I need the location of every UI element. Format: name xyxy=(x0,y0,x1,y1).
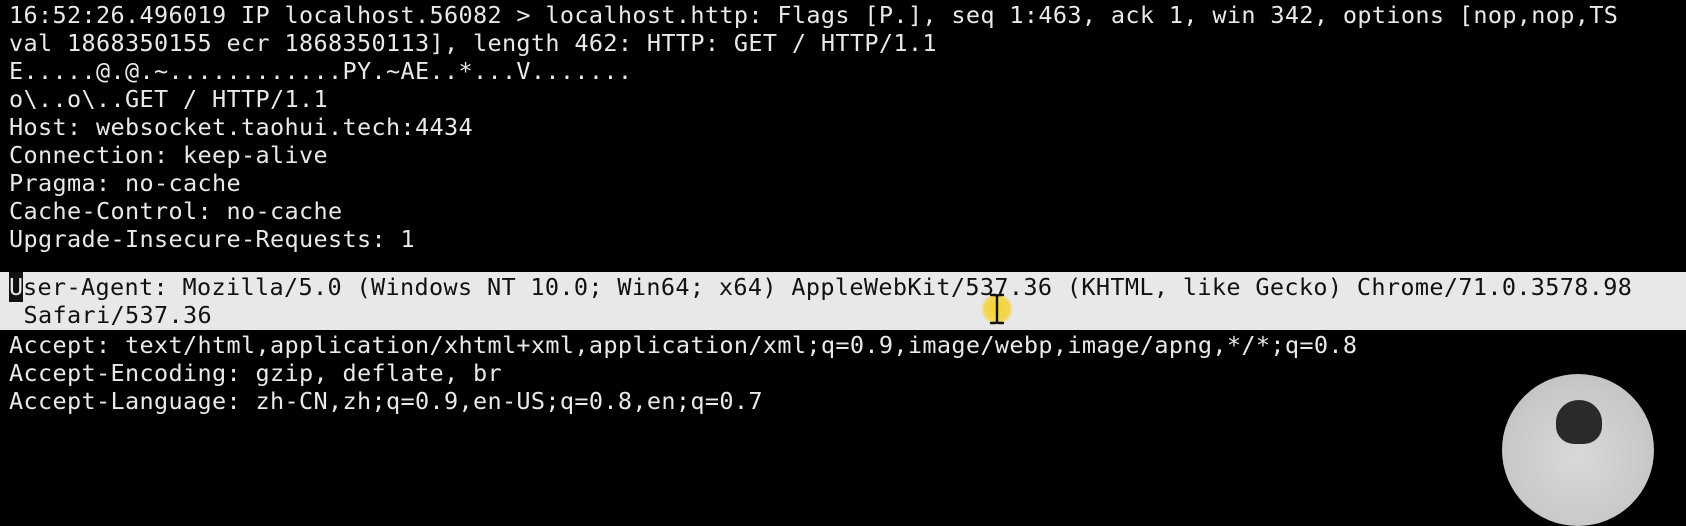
terminal-line: Connection: keep-alive xyxy=(9,141,328,169)
terminal-line: val 1868350155 ecr 1868350113], length 4… xyxy=(9,29,937,57)
terminal-line-selected: ser-Agent: Mozilla/5.0 (Windows NT 10.0;… xyxy=(23,273,1633,301)
terminal-line: E.....@.@.~............PY.~AE..*...V....… xyxy=(9,57,633,85)
webcam-overlay xyxy=(1502,374,1654,526)
terminal-line: Host: websocket.taohui.tech:4434 xyxy=(9,113,473,141)
terminal-line: o\..o\..GET / HTTP/1.1 xyxy=(9,85,328,113)
terminal-line: Accept-Encoding: gzip, deflate, br xyxy=(9,359,502,387)
webcam-presenter xyxy=(1556,400,1602,444)
terminal-line: Cache-Control: no-cache xyxy=(9,197,343,225)
terminal-line: Accept: text/html,application/xhtml+xml,… xyxy=(9,331,1358,359)
terminal-line: 16:52:26.496019 IP localhost.56082 > loc… xyxy=(9,1,1619,29)
text-cursor-char: U xyxy=(9,273,24,301)
terminal-line-selected: Safari/537.36 xyxy=(9,301,212,329)
terminal-line: Upgrade-Insecure-Requests: 1 xyxy=(9,225,415,253)
terminal-window[interactable]: 16:52:26.496019 IP localhost.56082 > loc… xyxy=(0,0,1686,526)
terminal-line: Pragma: no-cache xyxy=(9,169,241,197)
i-beam-cursor-icon xyxy=(989,293,1005,325)
terminal-line: Accept-Language: zh-CN,zh;q=0.9,en-US;q=… xyxy=(9,387,763,415)
